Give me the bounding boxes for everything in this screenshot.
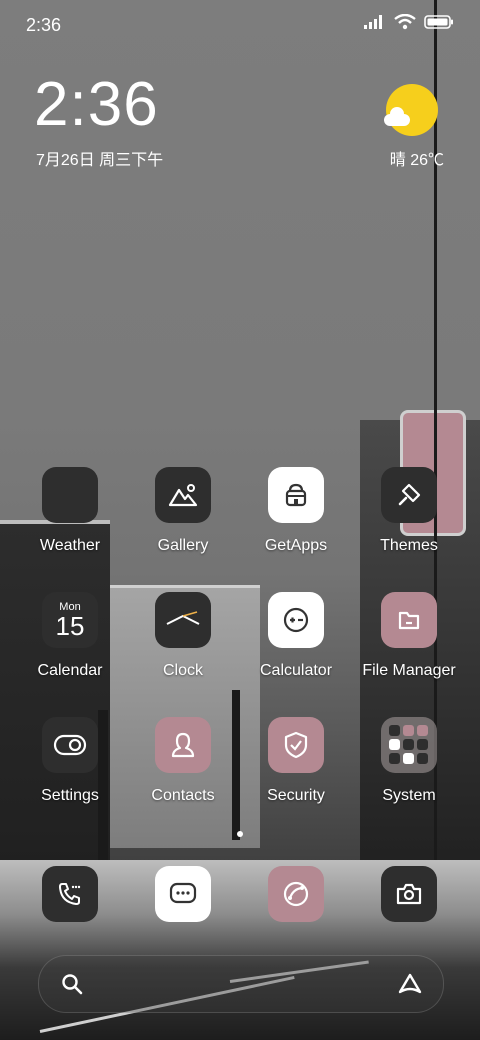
- dock-camera[interactable]: [353, 866, 465, 922]
- shield-check-icon: [268, 717, 324, 773]
- getapps-bag-icon: [268, 467, 324, 523]
- dock-messages[interactable]: [127, 866, 239, 922]
- status-bar: 2:36: [0, 0, 480, 50]
- app-security[interactable]: Security: [240, 717, 352, 805]
- app-label: Calculator: [259, 662, 333, 679]
- weather-app-icon: [42, 467, 98, 523]
- app-label: File Manager: [362, 662, 456, 679]
- signal-icon: [364, 15, 382, 29]
- app-weather[interactable]: Weather: [14, 467, 126, 555]
- app-clock[interactable]: Clock: [127, 592, 239, 680]
- app-label: Clock: [162, 662, 203, 679]
- weather-text: 晴 26℃: [389, 152, 444, 169]
- app-label: GetApps: [264, 537, 328, 554]
- assistant-icon[interactable]: [397, 972, 423, 996]
- app-label: Weather: [39, 537, 101, 554]
- weather-widget[interactable]: 晴 26℃: [364, 84, 444, 169]
- app-label: Calendar: [37, 662, 103, 679]
- app-calendar[interactable]: Mon 15 Calendar: [14, 592, 126, 680]
- dock-phone[interactable]: [14, 866, 126, 922]
- app-calculator[interactable]: Calculator: [240, 592, 352, 680]
- clock-widget-time[interactable]: 2:36: [34, 74, 159, 136]
- calculator-icon: [268, 592, 324, 648]
- calendar-day: 15: [55, 610, 85, 641]
- status-time: 2:36: [26, 15, 62, 35]
- folder-grid-icon: [381, 717, 437, 773]
- person-icon: [155, 717, 211, 773]
- gallery-icon: [155, 467, 211, 523]
- clock-hands-icon: [155, 592, 211, 648]
- app-label: Settings: [41, 787, 99, 804]
- camera-icon: [381, 866, 437, 922]
- app-getapps[interactable]: GetApps: [240, 467, 352, 555]
- app-contacts[interactable]: Contacts: [127, 717, 239, 805]
- battery-icon: [424, 15, 453, 29]
- app-folder-system[interactable]: System: [353, 717, 465, 805]
- app-label: Security: [267, 787, 325, 804]
- search-icon[interactable]: [61, 973, 83, 995]
- browser-icon: [268, 866, 324, 922]
- app-gallery[interactable]: Gallery: [127, 467, 239, 555]
- clock-widget-date: 7月26日 周三下午: [36, 152, 164, 169]
- search-bar[interactable]: [38, 955, 444, 1013]
- app-file-manager[interactable]: File Manager: [353, 592, 465, 680]
- page-indicator[interactable]: [0, 831, 480, 837]
- status-icons: [364, 14, 454, 30]
- cloud-icon: [384, 107, 410, 126]
- app-label: Themes: [380, 537, 438, 554]
- toggle-settings-icon: [42, 717, 98, 773]
- phone-icon: [42, 866, 98, 922]
- wifi-icon: [394, 14, 416, 30]
- page-dot-active[interactable]: [237, 831, 243, 837]
- app-label: System: [382, 787, 436, 804]
- app-label: Contacts: [151, 787, 215, 804]
- app-settings[interactable]: Settings: [14, 717, 126, 805]
- calendar-icon: Mon 15: [42, 592, 98, 648]
- sun-cloud-icon: [384, 84, 438, 136]
- app-label: Gallery: [157, 537, 209, 554]
- paintbrush-icon: [381, 467, 437, 523]
- messages-icon: [155, 866, 211, 922]
- dock-browser[interactable]: [240, 866, 352, 922]
- app-themes[interactable]: Themes: [353, 467, 465, 555]
- folder-icon: [381, 592, 437, 648]
